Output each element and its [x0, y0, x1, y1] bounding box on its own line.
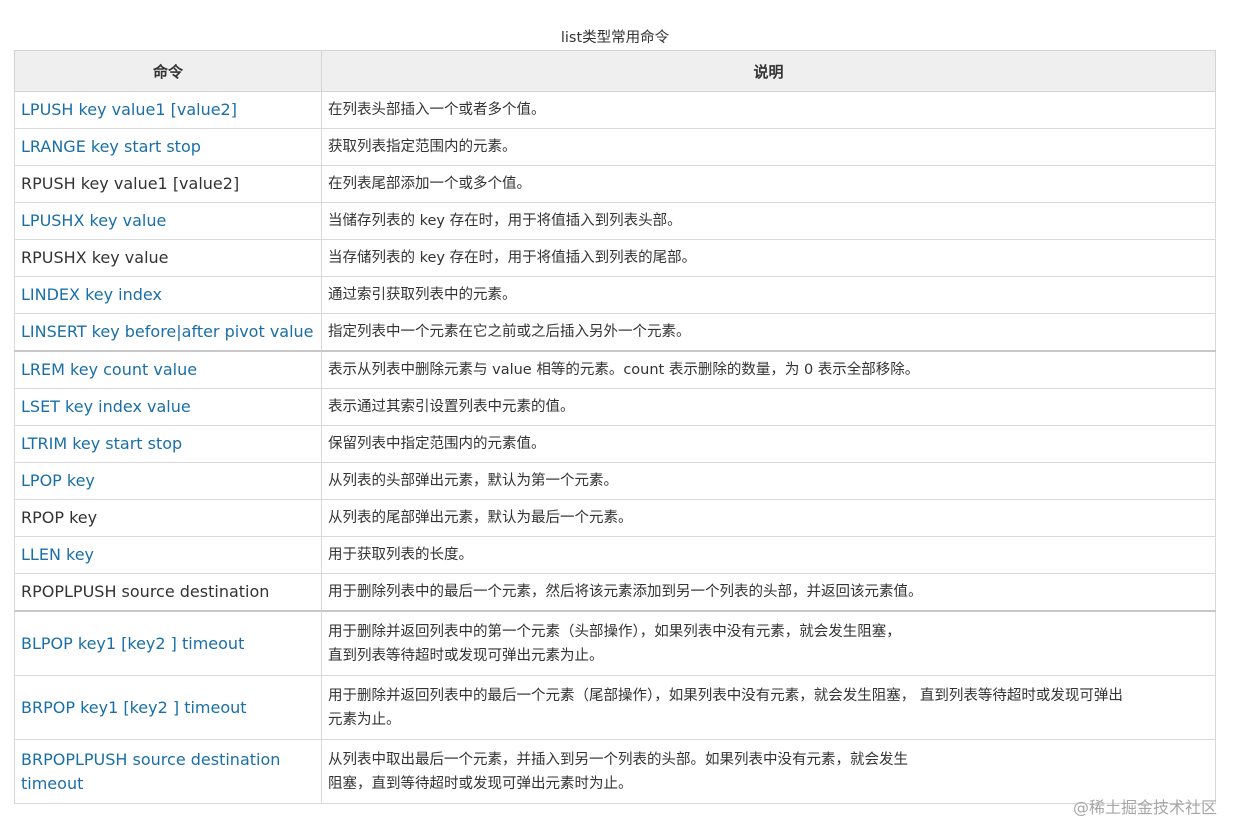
command-link[interactable]: LPUSHX key value [14, 202, 322, 240]
table-row: LTRIM key start stop 保留列表中指定范围内的元素值。 [14, 425, 1216, 463]
command-description: 从列表中取出最后一个元素，并插入到另一个列表的头部。如果列表中没有元素，就会发生… [321, 739, 1216, 804]
description-line: 从列表中取出最后一个元素，并插入到另一个列表的头部。如果列表中没有元素，就会发生 [328, 751, 908, 768]
list-commands-table: 命令 说明 LPUSH key value1 [value2] 在列表头部插入一… [14, 50, 1216, 804]
command-description: 表示从列表中删除元素与 value 相等的元素。count 表示删除的数量，为 … [321, 350, 1216, 389]
command-link[interactable]: BRPOPLPUSH source destination timeout [14, 739, 322, 804]
table-row: RPUSH key value1 [value2] 在列表尾部添加一个或多个值。 [14, 165, 1216, 203]
command-link[interactable]: LLEN key [14, 536, 322, 574]
command-line: timeout [21, 773, 84, 793]
command-description: 保留列表中指定范围内的元素值。 [321, 425, 1216, 463]
command-description: 在列表头部插入一个或者多个值。 [321, 91, 1216, 129]
column-header-description: 说明 [321, 50, 1216, 92]
command-link[interactable]: LTRIM key start stop [14, 425, 322, 463]
watermark: @稀土掘金技术社区 [1072, 798, 1217, 817]
table-row: BRPOPLPUSH source destination timeout 从列… [14, 739, 1216, 804]
command-description: 指定列表中一个元素在它之前或之后插入另外一个元素。 [321, 313, 1216, 352]
command-text: RPOP key [14, 499, 322, 537]
command-description: 用于删除列表中的最后一个元素，然后将该元素添加到另一个列表的头部，并返回该元素值… [321, 573, 1216, 612]
command-text: RPOPLPUSH source destination [14, 573, 322, 612]
table-row: LPUSH key value1 [value2] 在列表头部插入一个或者多个值… [14, 91, 1216, 129]
command-link[interactable]: BRPOP key1 [key2 ] timeout [14, 675, 322, 740]
command-description: 用于获取列表的长度。 [321, 536, 1216, 574]
table-row: BRPOP key1 [key2 ] timeout 用于删除并返回列表中的最后… [14, 675, 1216, 740]
table-row: LINSERT key before|after pivot value 指定列… [14, 313, 1216, 352]
command-description: 从列表的尾部弹出元素，默认为最后一个元素。 [321, 499, 1216, 537]
command-description: 从列表的头部弹出元素，默认为第一个元素。 [321, 462, 1216, 500]
command-text: RPUSHX key value [14, 239, 322, 277]
table-row: LSET key index value 表示通过其索引设置列表中元素的值。 [14, 388, 1216, 426]
command-description: 当储存列表的 key 存在时，用于将值插入到列表头部。 [321, 202, 1216, 240]
column-header-command: 命令 [14, 50, 322, 92]
command-link[interactable]: LPUSH key value1 [value2] [14, 91, 322, 129]
table-row: BLPOP key1 [key2 ] timeout 用于删除并返回列表中的第一… [14, 610, 1216, 676]
command-link[interactable]: LPOP key [14, 462, 322, 500]
table-row: RPUSHX key value 当存储列表的 key 存在时，用于将值插入到列… [14, 239, 1216, 277]
table-row: LPOP key 从列表的头部弹出元素，默认为第一个元素。 [14, 462, 1216, 500]
command-description: 当存储列表的 key 存在时，用于将值插入到列表的尾部。 [321, 239, 1216, 277]
table-row: LPUSHX key value 当储存列表的 key 存在时，用于将值插入到列… [14, 202, 1216, 240]
description-line: 阻塞，直到等待超时或发现可弹出元素时为止。 [328, 775, 633, 792]
command-description: 通过索引获取列表中的元素。 [321, 276, 1216, 314]
command-link[interactable]: LRANGE key start stop [14, 128, 322, 166]
description-line: 用于删除并返回列表中的最后一个元素（尾部操作），如果列表中没有元素，就会发生阻塞… [328, 687, 1123, 704]
table-header-row: 命令 说明 [14, 50, 1216, 92]
table-row: LREM key count value 表示从列表中删除元素与 value 相… [14, 350, 1216, 389]
table-row: RPOPLPUSH source destination 用于删除列表中的最后一… [14, 573, 1216, 612]
description-line: 直到列表等待超时或发现可弹出元素为止。 [328, 647, 604, 664]
table-row: LINDEX key index 通过索引获取列表中的元素。 [14, 276, 1216, 314]
command-description: 获取列表指定范围内的元素。 [321, 128, 1216, 166]
command-link[interactable]: LINSERT key before|after pivot value [14, 313, 322, 352]
command-link[interactable]: LINDEX key index [14, 276, 322, 314]
table-row: RPOP key 从列表的尾部弹出元素，默认为最后一个元素。 [14, 499, 1216, 537]
description-line: 元素为止。 [328, 711, 401, 728]
command-line: BRPOPLPUSH source destination [21, 749, 281, 769]
command-description: 表示通过其索引设置列表中元素的值。 [321, 388, 1216, 426]
table-caption: list类型常用命令 [560, 30, 670, 46]
table-row: LLEN key 用于获取列表的长度。 [14, 536, 1216, 574]
description-line: 用于删除并返回列表中的第一个元素（头部操作），如果列表中没有元素，就会发生阻塞， [328, 623, 901, 640]
command-description: 用于删除并返回列表中的第一个元素（头部操作），如果列表中没有元素，就会发生阻塞，… [321, 610, 1216, 676]
command-description: 在列表尾部添加一个或多个值。 [321, 165, 1216, 203]
command-link[interactable]: LREM key count value [14, 350, 322, 389]
table-row: LRANGE key start stop 获取列表指定范围内的元素。 [14, 128, 1216, 166]
command-description: 用于删除并返回列表中的最后一个元素（尾部操作），如果列表中没有元素，就会发生阻塞… [321, 675, 1216, 740]
command-link[interactable]: LSET key index value [14, 388, 322, 426]
command-link[interactable]: BLPOP key1 [key2 ] timeout [14, 610, 322, 676]
command-text: RPUSH key value1 [value2] [14, 165, 322, 203]
